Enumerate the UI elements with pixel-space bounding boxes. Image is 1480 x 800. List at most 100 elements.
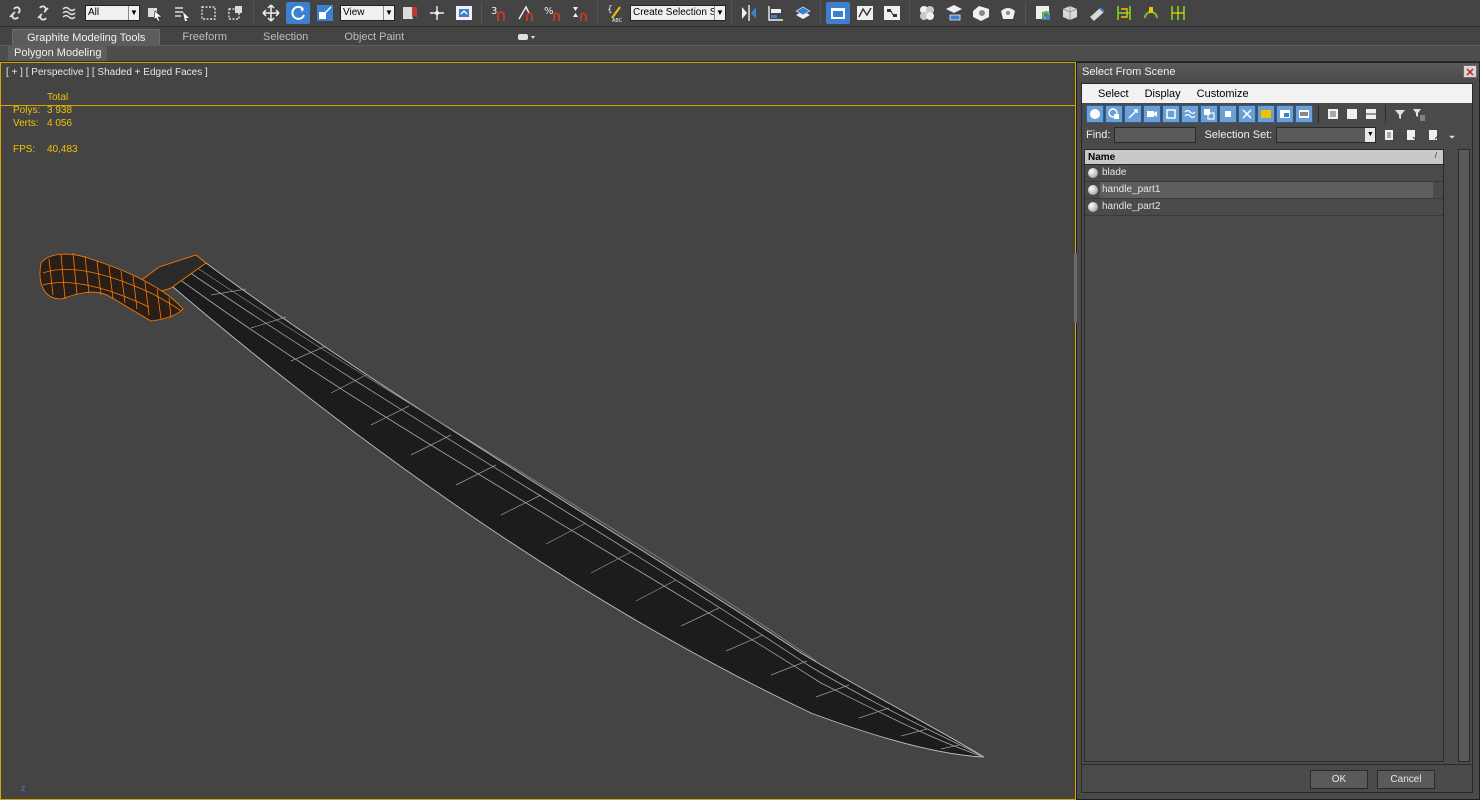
select-and-link-icon[interactable] <box>4 2 28 24</box>
display-lights-button[interactable] <box>1124 105 1142 123</box>
chevron-down-icon: ▼ <box>714 6 725 20</box>
edit-named-selection-icon[interactable]: {ABC <box>603 2 627 24</box>
manipulate-icon[interactable] <box>425 2 449 24</box>
selection-set-dropdown[interactable]: ▼ <box>1276 127 1377 143</box>
list-scrollbar[interactable] <box>1458 149 1470 762</box>
close-button[interactable] <box>1463 65 1477 78</box>
find-input[interactable] <box>1114 127 1197 143</box>
render-setup-icon[interactable] <box>942 2 966 24</box>
cancel-button[interactable]: Cancel <box>1377 770 1435 789</box>
selection-set-remove-button[interactable] <box>1424 126 1442 144</box>
curve-editor-icon[interactable] <box>853 2 877 24</box>
chevron-down-icon <box>1449 135 1456 139</box>
pivot-center-icon[interactable] <box>398 2 422 24</box>
custom-tool-1-icon[interactable] <box>1031 2 1055 24</box>
dialog-button-bar: OK Cancel <box>1082 764 1472 792</box>
display-all-button[interactable] <box>1324 105 1342 123</box>
align-icon[interactable] <box>764 2 788 24</box>
toolbar-separator <box>597 2 598 24</box>
rotate-icon[interactable] <box>286 2 310 24</box>
perspective-viewport[interactable]: [ + ] [ Perspective ] [ Shaded + Edged F… <box>0 62 1076 800</box>
viewport-label[interactable]: [ + ] [ Perspective ] [ Shaded + Edged F… <box>6 67 208 78</box>
display-containers-button[interactable] <box>1257 105 1275 123</box>
display-hidden-button[interactable] <box>1295 105 1313 123</box>
display-shapes-button[interactable] <box>1105 105 1123 123</box>
display-geometry-button[interactable] <box>1086 105 1104 123</box>
percent-snap-icon[interactable]: % <box>541 2 565 24</box>
schematic-view-icon[interactable] <box>880 2 904 24</box>
polygon-modeling-panel-button[interactable]: Polygon Modeling <box>8 46 108 61</box>
select-object-icon[interactable] <box>143 2 167 24</box>
tab-selection[interactable]: Selection <box>249 29 322 45</box>
tab-object-paint[interactable]: Object Paint <box>330 29 418 45</box>
render-production-icon[interactable] <box>996 2 1020 24</box>
custom-tool-5-icon[interactable] <box>1139 2 1163 24</box>
graphite-modeling-tools-icon[interactable] <box>826 2 850 24</box>
list-header-name[interactable]: Name / <box>1085 150 1443 165</box>
move-icon[interactable] <box>259 2 283 24</box>
display-helpers-button[interactable] <box>1162 105 1180 123</box>
unlink-selection-icon[interactable] <box>31 2 55 24</box>
dialog-resize-grip[interactable] <box>1074 253 1077 323</box>
stats-total-label: Total <box>47 92 69 103</box>
rectangular-selection-icon[interactable] <box>197 2 221 24</box>
select-by-name-icon[interactable] <box>170 2 194 24</box>
find-options-button[interactable] <box>1446 126 1458 144</box>
filter-button[interactable] <box>1391 105 1409 123</box>
snaps-toggle-icon[interactable]: 3 <box>487 2 511 24</box>
camera-icon <box>1147 111 1157 117</box>
toolbar-separator <box>1025 2 1026 24</box>
display-space-warps-button[interactable] <box>1181 105 1199 123</box>
ok-button[interactable]: OK <box>1310 770 1368 789</box>
mirror-icon[interactable] <box>737 2 761 24</box>
display-none-button[interactable] <box>1343 105 1361 123</box>
svg-text:ABC: ABC <box>612 18 623 23</box>
custom-tool-4-icon[interactable] <box>1112 2 1136 24</box>
menu-select[interactable]: Select <box>1090 88 1137 100</box>
main-toolbar: All ▼ View ▼ 3 % {ABC Create Selection Se ▼ <box>0 0 1480 27</box>
list-item-handle-part2[interactable]: handle_part2 <box>1085 199 1443 216</box>
window-crossing-icon[interactable] <box>224 2 248 24</box>
selection-filter-dropdown[interactable]: All ▼ <box>85 5 140 21</box>
selection-set-add-button[interactable] <box>1402 126 1420 144</box>
reference-coordinate-dropdown[interactable]: View ▼ <box>340 5 395 21</box>
tab-graphite-modeling-tools[interactable]: Graphite Modeling Tools <box>12 29 161 45</box>
display-cameras-button[interactable] <box>1143 105 1161 123</box>
material-editor-icon[interactable] <box>915 2 939 24</box>
scale-icon[interactable] <box>313 2 337 24</box>
filter-options-button[interactable] <box>1410 105 1428 123</box>
angle-snap-icon[interactable] <box>514 2 538 24</box>
find-label: Find: <box>1086 129 1111 141</box>
menu-display[interactable]: Display <box>1137 88 1189 100</box>
container-icon <box>1261 110 1271 118</box>
ribbon-options-button[interactable] <box>516 30 538 44</box>
list-item-handle-part1[interactable]: handle_part1 <box>1085 182 1443 199</box>
blade-mesh <box>158 262 985 758</box>
display-bones-button[interactable] <box>1238 105 1256 123</box>
menu-customize[interactable]: Customize <box>1189 88 1257 100</box>
toolbar-separator <box>1318 105 1319 123</box>
custom-tool-3-icon[interactable] <box>1085 2 1109 24</box>
display-frozen-button[interactable] <box>1276 105 1294 123</box>
spinner-snap-icon[interactable] <box>568 2 592 24</box>
invert-display-button[interactable] <box>1362 105 1380 123</box>
stats-verts-label: Verts: <box>13 118 39 129</box>
sword-model[interactable] <box>1 63 1076 800</box>
tab-freeform[interactable]: Freeform <box>168 29 241 45</box>
bind-to-space-warp-icon[interactable] <box>58 2 82 24</box>
display-groups-button[interactable] <box>1200 105 1218 123</box>
display-xrefs-button[interactable] <box>1219 105 1237 123</box>
dialog-titlebar[interactable]: Select From Scene <box>1077 63 1479 81</box>
custom-tool-6-icon[interactable] <box>1166 2 1190 24</box>
list-item-blade[interactable]: blade <box>1085 165 1443 182</box>
object-list[interactable]: Name / blade handle_part1 handle_part2 <box>1084 149 1444 762</box>
named-selection-set-dropdown[interactable]: Create Selection Se ▼ <box>630 5 726 21</box>
named-selection-set-value: Create Selection Se <box>633 7 722 18</box>
selection-set-edit-button[interactable] <box>1380 126 1398 144</box>
layer-manager-icon[interactable] <box>791 2 815 24</box>
rendered-frame-window-icon[interactable] <box>969 2 993 24</box>
dialog-menubar: Select Display Customize <box>1082 84 1472 103</box>
custom-tool-2-icon[interactable] <box>1058 2 1082 24</box>
list-item-label: blade <box>1102 167 1127 178</box>
keyboard-shortcut-override-icon[interactable] <box>452 2 476 24</box>
